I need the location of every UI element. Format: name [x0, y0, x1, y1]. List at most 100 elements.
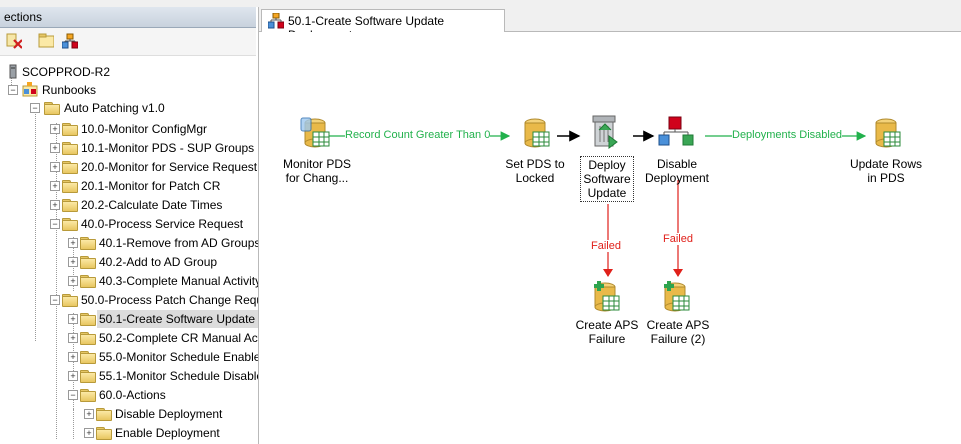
activity-set-pds[interactable]: Set PDS to Locked [497, 157, 573, 185]
database-icon[interactable] [875, 118, 901, 148]
arrowhead [673, 269, 683, 277]
tree-item-runbook[interactable]: + 20.1-Monitor for Patch CR [0, 177, 256, 195]
folder-icon [80, 332, 96, 345]
link-label-failed-1[interactable]: Failed [591, 240, 621, 252]
folder-icon [62, 218, 78, 231]
expander-icon[interactable]: + [68, 238, 78, 248]
activity-update-rows[interactable]: Update Rows in PDS [846, 157, 926, 185]
expander-icon[interactable]: − [30, 103, 40, 113]
panel-toolbar [0, 28, 256, 56]
delete-icon[interactable] [6, 33, 22, 49]
expander-icon[interactable]: + [50, 124, 60, 134]
tree-item-server[interactable]: SCOPPROD-R2 [0, 63, 256, 81]
link-label-failed-2[interactable]: Failed [663, 233, 693, 245]
expander-icon[interactable]: + [84, 409, 94, 419]
tree-item-folder[interactable]: − 60.0-Actions [0, 386, 256, 404]
folder-icon [80, 237, 96, 250]
tree-item-runbook[interactable]: + 40.2-Add to AD Group [0, 253, 256, 271]
tree-label: Runbooks [42, 83, 97, 97]
expander-icon[interactable]: + [50, 143, 60, 153]
tree-item-runbook[interactable]: + 10.1-Monitor PDS - SUP Groups [0, 139, 256, 157]
tree-label: 50.2-Complete CR Manual Act [99, 331, 259, 345]
tree-item-folder[interactable]: − 50.0-Process Patch Change Reque [0, 291, 259, 309]
folder-icon [62, 161, 78, 174]
expander-icon[interactable]: + [68, 352, 78, 362]
tree-label: 55.0-Monitor Schedule Enable [99, 350, 259, 364]
tree-item-runbook[interactable]: + 55.0-Monitor Schedule Enable [0, 348, 259, 366]
tree-label: 50.0-Process Patch Change Reque [81, 293, 259, 307]
tree-item-runbook[interactable]: + 50.2-Complete CR Manual Act [0, 329, 259, 347]
expander-icon[interactable]: + [68, 371, 78, 381]
tree-label: Auto Patching v1.0 [64, 101, 165, 115]
tree-item-runbook[interactable]: + 40.1-Remove from AD Groups [0, 234, 258, 252]
expander-icon[interactable]: − [50, 219, 60, 229]
activity-disable-deployment[interactable]: Disable Deployment [639, 157, 715, 185]
expander-icon[interactable]: + [68, 333, 78, 343]
folder-icon [80, 389, 96, 402]
panel-title: ections [4, 10, 43, 24]
folder-icon [80, 351, 96, 364]
folder-icon [62, 123, 78, 136]
folder-icon [62, 180, 78, 193]
folder-icon [44, 102, 60, 115]
link-label-record-count[interactable]: Record Count Greater Than 0 [345, 129, 491, 141]
create-record-icon[interactable] [594, 281, 620, 312]
create-record-icon[interactable] [664, 281, 690, 312]
folder-icon [80, 370, 96, 383]
runbook-canvas[interactable]: Record Count Greater Than 0 Deployments … [259, 32, 961, 444]
expander-icon[interactable]: + [50, 200, 60, 210]
runbook-icon [268, 13, 284, 29]
expander-icon[interactable]: + [50, 162, 60, 172]
tree-label: 20.0-Monitor for Service Request [81, 160, 258, 174]
tree-item-runbook[interactable]: + 20.2-Calculate Date Times [0, 196, 256, 214]
expander-icon[interactable]: + [68, 276, 78, 286]
database-icon[interactable] [524, 118, 550, 148]
expander-icon[interactable]: − [50, 295, 60, 305]
runbook-folder-icon [22, 82, 38, 97]
new-folder-icon[interactable] [38, 33, 54, 49]
tree-item-runbooks[interactable]: − Runbooks [0, 81, 256, 99]
tree-item-auto-patching[interactable]: − Auto Patching v1.0 [0, 99, 256, 117]
tree-label: 40.2-Add to AD Group [99, 255, 218, 269]
folder-icon [62, 294, 78, 307]
expander-icon[interactable]: + [50, 181, 60, 191]
arrowhead [603, 269, 613, 277]
connections-panel: ections SCOPPROD-R2 − Runbooks − Auto Pa… [0, 7, 259, 444]
expander-icon[interactable]: − [68, 390, 78, 400]
folder-icon [96, 408, 112, 421]
tree-item-runbook[interactable]: + 10.0-Monitor ConfigMgr [0, 120, 256, 138]
expander-icon[interactable]: + [68, 257, 78, 267]
tree-item-runbook-selected[interactable]: + 50.1-Create Software Update D [0, 310, 258, 328]
folder-icon [62, 142, 78, 155]
tree-item-runbook[interactable]: + 20.0-Monitor for Service Request [0, 158, 258, 176]
expander-icon[interactable]: + [68, 314, 78, 324]
database-monitor-icon[interactable] [300, 117, 330, 148]
link-lines [300, 115, 901, 312]
deploy-software-icon[interactable] [592, 115, 618, 149]
activity-create-aps-failure-2[interactable]: Create APS Failure (2) [640, 318, 716, 346]
tree-label: 10.1-Monitor PDS - SUP Groups [81, 141, 255, 155]
tree-label: Disable Deployment [115, 407, 223, 421]
tree-item-runbook[interactable]: + Disable Deployment [0, 405, 256, 423]
tree-item-runbook[interactable]: + 40.3-Complete Manual Activity [0, 272, 259, 290]
link-label-deployments-disabled[interactable]: Deployments Disabled [732, 129, 843, 141]
folder-icon [96, 427, 112, 440]
tab-runbook[interactable]: 50.1-Create Software Update Deployment [261, 9, 505, 42]
expander-icon[interactable]: − [8, 85, 18, 95]
tree-item-folder[interactable]: − 40.0-Process Service Request [0, 215, 256, 233]
disable-deployment-icon[interactable] [658, 116, 694, 146]
tree-item-runbook[interactable]: + Enable Deployment [0, 424, 256, 442]
tree-label: 20.1-Monitor for Patch CR [81, 179, 221, 193]
tree-item-runbook[interactable]: + 55.1-Monitor Schedule Disable [0, 367, 259, 385]
activity-deploy-software-update[interactable]: Deploy Software Update [580, 156, 634, 202]
tree-label: 40.3-Complete Manual Activity [99, 274, 259, 288]
tree-label: 20.2-Calculate Date Times [81, 198, 223, 212]
activity-create-aps-failure[interactable]: Create APS Failure [569, 318, 645, 346]
folder-icon [62, 199, 78, 212]
tree-label: 50.1-Create Software Update D [97, 310, 258, 328]
activity-monitor-pds[interactable]: Monitor PDS for Chang... [273, 157, 361, 185]
folder-icon [80, 256, 96, 269]
new-runbook-icon[interactable] [62, 33, 78, 49]
tree-label: 55.1-Monitor Schedule Disable [99, 369, 259, 383]
expander-icon[interactable]: + [84, 428, 94, 438]
